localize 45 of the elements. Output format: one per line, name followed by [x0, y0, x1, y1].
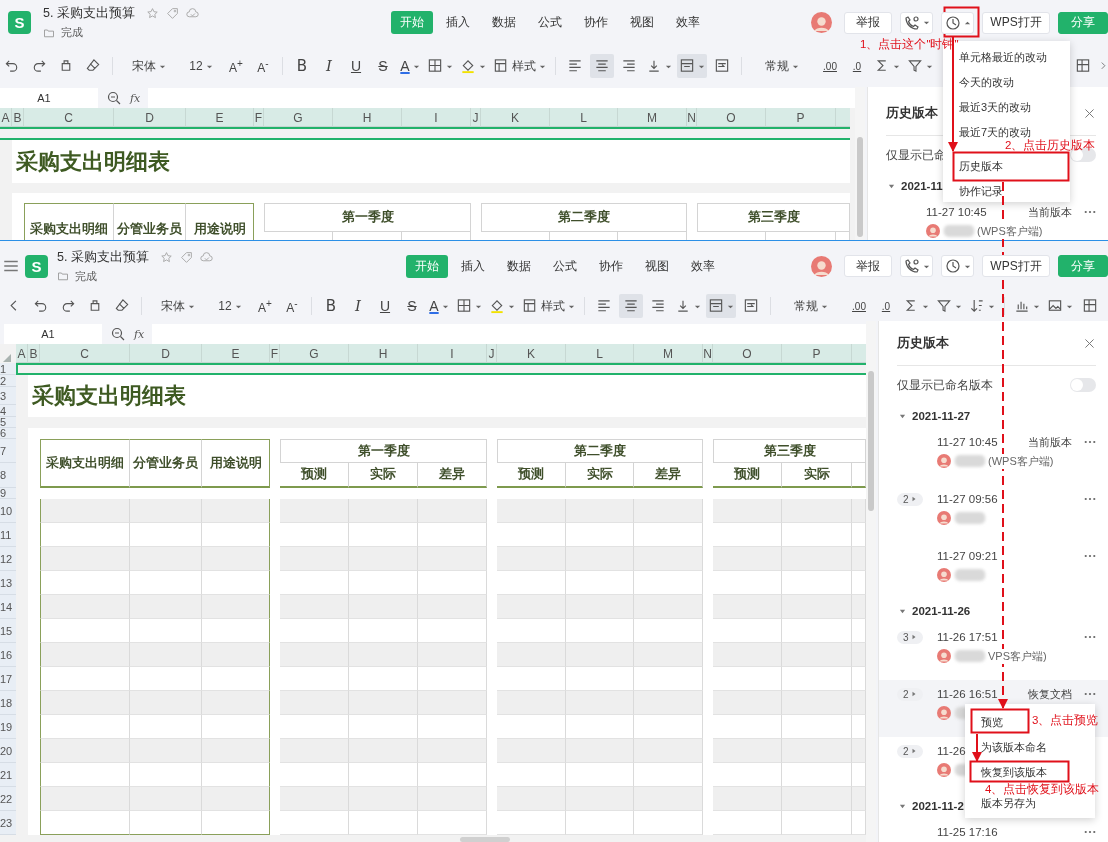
- version-time: 11-27 10:45: [926, 206, 987, 218]
- header-cell: 预测: [280, 463, 349, 488]
- header-cell: 用途说明: [202, 439, 270, 488]
- header-cell: 第二季度: [497, 439, 703, 463]
- header-cell: 第三季度: [713, 439, 866, 463]
- header-cell: 实际: [782, 463, 852, 488]
- sheet-title: 采购支出明细表: [12, 140, 850, 183]
- header-cell: 分管业务员: [130, 439, 202, 488]
- version-time: 11-27 09:21: [937, 550, 998, 562]
- app-logo: S: [25, 254, 48, 278]
- date-heading: 2021-11-2: [912, 800, 964, 812]
- version-time: 11-26 17:51: [937, 631, 998, 643]
- sheet-title: 采购支出明细表: [28, 375, 866, 417]
- annotation-text: 4、点击恢复到该版本: [985, 783, 1100, 795]
- header-cell: 第一季度: [280, 439, 487, 463]
- version-time: 11-25 17:16: [937, 826, 998, 838]
- header-cell: 预测: [497, 463, 566, 488]
- version-status: 当前版本: [1028, 204, 1072, 220]
- version-time: 11-26: [937, 745, 966, 757]
- version-status: 当前版本: [1028, 434, 1072, 450]
- date-heading: 2021-11-26: [912, 605, 971, 617]
- header-cell: 预测: [713, 463, 782, 488]
- client-label: (WPS客户端): [977, 223, 1043, 239]
- header-cell: 第二季度: [481, 203, 687, 232]
- header-cell: 采购支出明细: [40, 439, 130, 488]
- header-cell: 第三季度: [697, 203, 850, 232]
- date-heading: 2021-11-27: [912, 410, 971, 422]
- panel-title: 历史版本: [897, 334, 949, 352]
- app-logo: S: [8, 11, 31, 34]
- annotation-text: 2、点击历史版本: [1005, 139, 1096, 151]
- header-cell: 差异: [418, 463, 487, 488]
- client-label: VPS客户端): [988, 648, 1047, 664]
- version-time: 11-27 09:56: [937, 493, 998, 505]
- toggle-label: 仅显示已命名版本: [897, 377, 993, 393]
- header-cell: 实际: [566, 463, 634, 488]
- version-status: 恢复文档: [1028, 686, 1072, 702]
- date-heading: 2021-11: [901, 180, 943, 192]
- header-cell: 第一季度: [264, 203, 471, 232]
- header-cell: 实际: [349, 463, 418, 488]
- header-cell: 差异: [634, 463, 703, 488]
- version-time: 11-27 10:45: [937, 436, 998, 448]
- annotation-text: 3、点击预览: [1032, 714, 1099, 726]
- version-time: 11-26 16:51: [937, 688, 998, 700]
- client-label: (WPS客户端): [988, 453, 1054, 469]
- panel-title: 历史版本: [886, 104, 938, 122]
